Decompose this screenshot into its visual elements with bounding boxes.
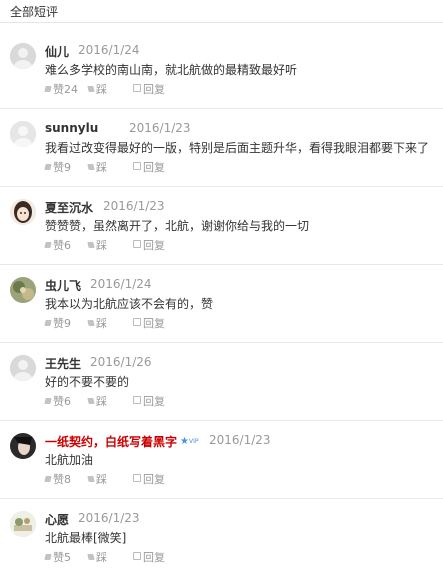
comment-author[interactable]: 王先生 bbox=[45, 355, 81, 372]
like-button[interactable]: 赞9 bbox=[44, 315, 71, 331]
comment-date: 2016/1/23 bbox=[78, 511, 140, 525]
comment-date: 2016/1/24 bbox=[78, 43, 140, 57]
comment-author[interactable]: 一纸契约，白纸写着黑字 bbox=[45, 433, 177, 450]
comment-item: sunnylu 2016/1/23 我看过改变得最好的一版，特别是后面主题升华，… bbox=[0, 109, 443, 187]
dislike-button[interactable]: 踩 bbox=[87, 393, 107, 409]
reply-button[interactable]: 回复 bbox=[133, 237, 165, 253]
comment-date: 2016/1/24 bbox=[90, 277, 152, 291]
like-icon bbox=[44, 554, 52, 560]
reply-button[interactable]: 回复 bbox=[133, 393, 165, 409]
like-icon bbox=[44, 86, 52, 92]
dislike-button[interactable]: 踩 bbox=[87, 549, 107, 565]
dislike-button[interactable]: 踩 bbox=[87, 471, 107, 487]
dislike-button[interactable]: 踩 bbox=[87, 81, 107, 97]
comment-author[interactable]: 虫儿飞 bbox=[45, 277, 81, 294]
comment-text: 北航加油 bbox=[45, 453, 94, 467]
reply-icon bbox=[133, 84, 141, 92]
reply-icon bbox=[133, 162, 141, 170]
comment-text: 难么多学校的南山南，就北航做的最精致最好听 bbox=[45, 63, 298, 77]
avatar[interactable] bbox=[10, 355, 36, 381]
dislike-icon bbox=[87, 554, 95, 560]
section-title: 全部短评 bbox=[10, 5, 59, 19]
comment-author[interactable]: 夏至沉水 bbox=[45, 199, 93, 216]
reply-icon bbox=[133, 240, 141, 248]
reply-icon bbox=[133, 318, 141, 326]
dislike-icon bbox=[87, 86, 95, 92]
avatar[interactable] bbox=[10, 511, 36, 537]
comment-item: 一纸契约，白纸写着黑字 ★VIP 2016/1/23 北航加油 赞8 踩 回复 bbox=[0, 421, 443, 499]
comment-date: 2016/1/23 bbox=[209, 433, 271, 447]
comment-text: 赞赞赞，虽然离开了，北航，谢谢你给与我的一切 bbox=[45, 219, 310, 233]
avatar[interactable] bbox=[10, 199, 36, 225]
reply-button[interactable]: 回复 bbox=[133, 549, 165, 565]
dislike-icon bbox=[87, 398, 95, 404]
dislike-icon bbox=[87, 476, 95, 482]
avatar[interactable] bbox=[10, 277, 36, 303]
avatar[interactable] bbox=[10, 121, 36, 147]
comment-text: 我本以为北航应该不会有的，赞 bbox=[45, 297, 214, 311]
comment-author[interactable]: 心愿 bbox=[45, 511, 69, 528]
comment-item: 王先生 2016/1/26 好的不要不要的 赞6 踩 回复 bbox=[0, 343, 443, 421]
dislike-icon bbox=[87, 320, 95, 326]
dislike-button[interactable]: 踩 bbox=[87, 237, 107, 253]
reply-icon bbox=[133, 396, 141, 404]
reply-button[interactable]: 回复 bbox=[133, 315, 165, 331]
reply-icon bbox=[133, 552, 141, 560]
reply-button[interactable]: 回复 bbox=[133, 81, 165, 97]
like-icon bbox=[44, 242, 52, 248]
like-button[interactable]: 赞5 bbox=[44, 549, 71, 565]
comment-text: 北航最棒[微笑] bbox=[45, 531, 127, 545]
avatar[interactable] bbox=[10, 433, 36, 459]
like-button[interactable]: 赞8 bbox=[44, 471, 71, 487]
avatar[interactable] bbox=[10, 43, 36, 69]
like-button[interactable]: 赞9 bbox=[44, 159, 71, 175]
like-button[interactable]: 赞6 bbox=[44, 393, 71, 409]
comment-date: 2016/1/23 bbox=[103, 199, 165, 213]
reply-button[interactable]: 回复 bbox=[133, 471, 165, 487]
comment-item: 虫儿飞 2016/1/24 我本以为北航应该不会有的，赞 赞9 踩 回复 bbox=[0, 265, 443, 343]
comment-text: 我看过改变得最好的一版，特别是后面主题升华，看得我眼泪都要下来了 bbox=[45, 141, 430, 155]
like-button[interactable]: 赞6 bbox=[44, 237, 71, 253]
reply-icon bbox=[133, 474, 141, 482]
like-icon bbox=[44, 476, 52, 482]
section-header: 全部短评 bbox=[0, 0, 443, 23]
comment-text: 好的不要不要的 bbox=[45, 375, 130, 389]
comment-item: 夏至沉水 2016/1/23 赞赞赞，虽然离开了，北航，谢谢你给与我的一切 赞6… bbox=[0, 187, 443, 265]
comment-author[interactable]: 仙儿 bbox=[45, 43, 69, 60]
reply-button[interactable]: 回复 bbox=[133, 159, 165, 175]
like-icon bbox=[44, 164, 52, 170]
dislike-icon bbox=[87, 242, 95, 248]
comment-item: 心愿 2016/1/23 北航最棒[微笑] 赞5 踩 回复 bbox=[0, 499, 443, 577]
dislike-icon bbox=[87, 164, 95, 170]
comment-item: 仙儿 2016/1/24 难么多学校的南山南，就北航做的最精致最好听 赞24 踩… bbox=[0, 31, 443, 109]
vip-icon: ★VIP bbox=[180, 436, 199, 447]
like-icon bbox=[44, 320, 52, 326]
dislike-button[interactable]: 踩 bbox=[87, 315, 107, 331]
comment-date: 2016/1/26 bbox=[90, 355, 152, 369]
comment-date: 2016/1/23 bbox=[129, 121, 191, 135]
comment-author[interactable]: sunnylu bbox=[45, 121, 98, 135]
like-button[interactable]: 赞24 bbox=[44, 81, 78, 97]
like-icon bbox=[44, 398, 52, 404]
dislike-button[interactable]: 踩 bbox=[87, 159, 107, 175]
